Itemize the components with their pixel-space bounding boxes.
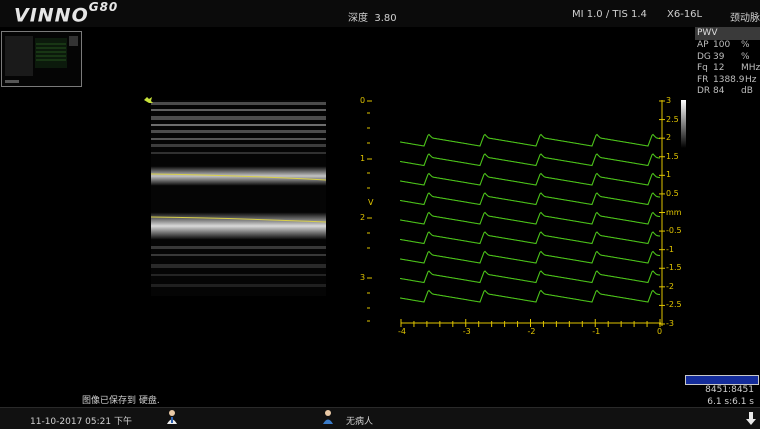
depth-readout: 深度 3.80: [348, 9, 397, 24]
time-label-2: -2: [527, 327, 536, 336]
cine-progress-bar[interactable]: [685, 375, 759, 385]
trace-line-5: [400, 231, 660, 245]
logo-model: G80: [88, 0, 119, 14]
time-label-3: -1: [592, 327, 601, 336]
patient-name: 无病人: [346, 417, 374, 427]
mm-label-10: -2: [666, 281, 674, 291]
frame-counter: 8451:8451: [705, 385, 754, 395]
focus-marker: V: [368, 198, 374, 207]
vinno-logo: VINNOG80: [14, 0, 119, 27]
depth-scale: [367, 100, 372, 322]
mm-label-8: -1: [666, 244, 674, 254]
trace-line-7: [400, 270, 660, 284]
mm-label-7: -0.5: [666, 226, 682, 236]
trace-line-8: [400, 289, 660, 303]
depth-value: 3.80: [374, 13, 397, 24]
mm-label-1: 2.5: [666, 114, 679, 124]
trace-line-4: [400, 211, 660, 225]
mm-label-9: -1.5: [666, 263, 682, 273]
trace-line-0: [400, 133, 660, 147]
logo-text: VINNO: [14, 4, 89, 27]
date-time: 11-10-2017 05:21 下午: [30, 417, 132, 427]
mm-label-5: 0.5: [666, 188, 679, 198]
trace-line-2: [400, 172, 660, 186]
time-label-1: -3: [462, 327, 471, 336]
operator-icon[interactable]: [166, 409, 178, 425]
displacement-traces[interactable]: [400, 100, 660, 320]
param-row-fq: Fq 12 MHz: [697, 63, 760, 73]
pw-parameter-panel: PWV AP 100% DG 39% Fq 12 MHz FR 1388.9 Hz DR 84…: [695, 27, 760, 98]
grayscale-bar: [681, 100, 686, 148]
mm-label-12: -3: [666, 319, 674, 328]
patient-icon[interactable]: [322, 409, 334, 425]
mm-label-3: 1.5: [666, 151, 679, 161]
bmode-image[interactable]: [142, 96, 328, 296]
trace-line-3: [400, 192, 660, 206]
probe-name: X6-16L: [667, 9, 703, 20]
time-label-4: 0: [657, 327, 663, 336]
param-row-fr: FR 1388.9 Hz: [697, 74, 757, 85]
trace-line-6: [400, 250, 660, 264]
mi-tis-readout: MI 1.0 / TIS 1.4: [572, 9, 647, 20]
trace-line-1: [400, 153, 660, 167]
param-row-dg: DG 39%: [697, 51, 750, 62]
image-thumbnail[interactable]: [1, 31, 82, 87]
mm-label-4: 1: [666, 170, 672, 180]
preset-name: 颈动脉: [730, 13, 760, 24]
mm-label-0: 3: [666, 96, 672, 105]
thumbnail-preview: [5, 36, 78, 83]
time-counter: 6.1 s:6.1 s: [707, 397, 754, 407]
depth-label-2: 2: [360, 213, 366, 222]
depth-label: 深度: [348, 13, 368, 24]
param-row-dr: DR 84 dB: [697, 86, 753, 96]
mm-label-6: mm: [666, 207, 682, 217]
status-message: 图像已保存到 硬盘.: [82, 396, 160, 406]
time-label-0: -4: [398, 327, 406, 336]
depth-label-3: 3: [360, 273, 366, 282]
download-arrow-icon[interactable]: [746, 412, 756, 426]
depth-label-0: 0: [360, 96, 366, 105]
mm-label-11: -2.5: [666, 300, 682, 310]
mode-label: PWV: [695, 27, 760, 40]
param-row-ap: AP 100%: [697, 40, 750, 50]
mm-label-2: 2: [666, 133, 672, 143]
depth-label-1: 1: [360, 154, 366, 163]
